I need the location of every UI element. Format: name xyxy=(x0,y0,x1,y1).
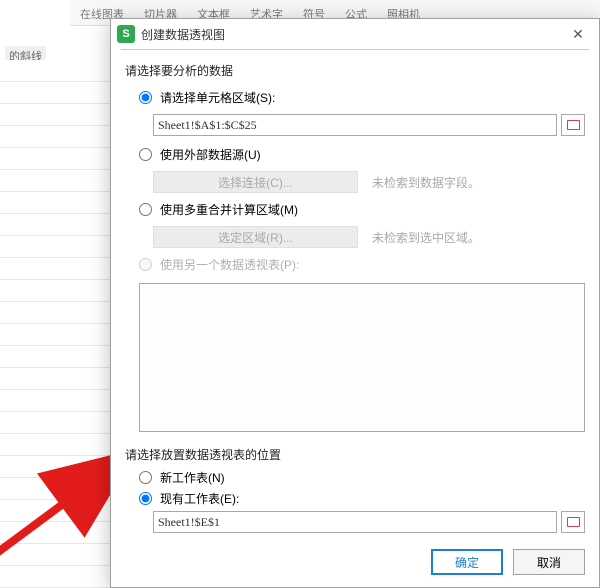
no-field-note: 未检索到数据字段。 xyxy=(362,174,585,191)
section-analyze-title: 请选择要分析的数据 xyxy=(125,62,585,79)
range-picker-button[interactable] xyxy=(561,114,585,136)
cancel-button[interactable]: 取消 xyxy=(513,549,585,575)
select-area-button: 选定区域(R)... xyxy=(153,226,358,248)
destination-picker-button[interactable] xyxy=(561,511,585,533)
destination-range-input[interactable] xyxy=(153,511,557,533)
option-existing-sheet[interactable]: 现有工作表(E): xyxy=(139,490,585,507)
option-label: 现有工作表(E): xyxy=(160,490,239,507)
option-label: 使用外部数据源(U) xyxy=(160,146,261,163)
section-place-title: 请选择放置数据透视表的位置 xyxy=(125,446,585,463)
radio-new-sheet[interactable] xyxy=(139,471,152,484)
radio-existing-sheet[interactable] xyxy=(139,492,152,505)
option-another-pivot: 使用另一个数据透视表(P): xyxy=(139,256,585,273)
option-label: 使用另一个数据透视表(P): xyxy=(160,256,299,273)
option-label: 新工作表(N) xyxy=(160,469,225,486)
pivot-preview-box xyxy=(139,283,585,432)
radio-multi-consolidation[interactable] xyxy=(139,203,152,216)
ok-button[interactable]: 确定 xyxy=(431,549,503,575)
option-multi-consolidation[interactable]: 使用多重合并计算区域(M) xyxy=(139,201,585,218)
option-new-sheet[interactable]: 新工作表(N) xyxy=(139,469,585,486)
sheet-grid xyxy=(0,60,120,588)
app-icon: S xyxy=(117,25,135,43)
dialog-titlebar: S 创建数据透视图 ✕ xyxy=(111,19,599,49)
option-label: 使用多重合并计算区域(M) xyxy=(160,201,298,218)
create-pivot-chart-dialog: S 创建数据透视图 ✕ 请选择要分析的数据 请选择单元格区域(S): 使用外部数… xyxy=(110,18,600,588)
no-range-note: 未检索到选中区域。 xyxy=(362,229,585,246)
radio-another-pivot xyxy=(139,258,152,271)
option-label: 请选择单元格区域(S): xyxy=(160,89,275,106)
close-button[interactable]: ✕ xyxy=(563,22,593,46)
choose-connection-button: 选择连接(C)... xyxy=(153,171,358,193)
option-external-source[interactable]: 使用外部数据源(U) xyxy=(139,146,585,163)
source-range-input[interactable] xyxy=(153,114,557,136)
radio-select-range[interactable] xyxy=(139,91,152,104)
dialog-title: 创建数据透视图 xyxy=(141,26,563,43)
radio-external-source[interactable] xyxy=(139,148,152,161)
option-select-range[interactable]: 请选择单元格区域(S): xyxy=(139,89,585,106)
